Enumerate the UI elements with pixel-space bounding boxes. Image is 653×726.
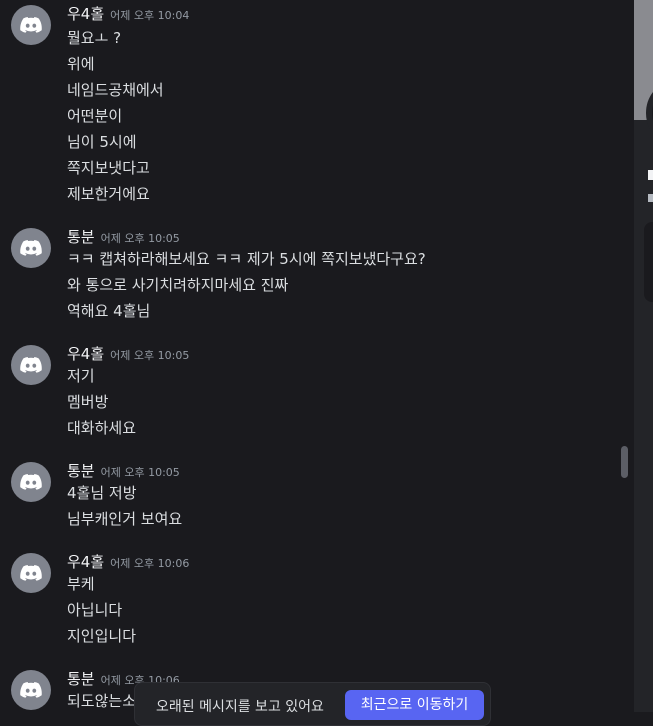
message-header: 우4홀 어제 오후 10:05 [67, 343, 189, 364]
author-name[interactable]: 우4홀 [67, 5, 104, 23]
discord-logo-icon [20, 357, 42, 373]
message-text: 아닙니다 [67, 601, 123, 619]
discord-logo-icon [20, 474, 42, 490]
member-profile-panel[interactable] [634, 0, 653, 712]
discord-logo-icon [20, 565, 42, 581]
message-text: 님이 5시에 [67, 133, 137, 151]
message-text: 부케 [67, 575, 95, 593]
message-text: 저기 [67, 367, 95, 385]
author-name[interactable]: 통분 [67, 462, 95, 480]
discord-logo-icon [20, 17, 42, 33]
message-text: 4홀님 저방 [67, 484, 137, 502]
message-header: 우4홀 어제 오후 10:06 [67, 551, 189, 572]
timestamp[interactable]: 어제 오후 10:05 [110, 349, 189, 362]
message-text: 위에 [67, 55, 95, 73]
profile-card [644, 222, 653, 302]
scrollbar-thumb[interactable] [621, 446, 628, 478]
viewing-older-messages-text: 오래된 메시지를 보고 있어요 [156, 699, 324, 715]
message-text: ㅋㅋ 캡쳐하라해보세요 ㅋㅋ 제가 5시에 쪽지보냈다구요? [67, 250, 426, 268]
profile-subtitle-fragment [648, 194, 653, 202]
avatar[interactable] [11, 228, 51, 268]
message-list[interactable]: 우4홀 어제 오후 10:04 뭘요ㅗ ? 위에 네임드공채에서 어떤분이 님이 … [0, 0, 634, 712]
author-name[interactable]: 통분 [67, 670, 95, 688]
discord-logo-icon [20, 682, 42, 698]
timestamp[interactable]: 어제 오후 10:05 [101, 232, 180, 245]
avatar[interactable] [11, 5, 51, 45]
timestamp[interactable]: 어제 오후 10:04 [110, 9, 189, 22]
message-text: 쪽지보냇다고 [67, 159, 150, 177]
message-header: 통분 어제 오후 10:05 [67, 460, 180, 481]
jump-to-present-bar: 오래된 메시지를 보고 있어요 최근으로 이동하기 [134, 682, 491, 726]
avatar[interactable] [11, 462, 51, 502]
message-text: 역해요 4홀님 [67, 302, 151, 320]
message-text: 님부캐인거 보여요 [67, 510, 183, 528]
timestamp[interactable]: 어제 오후 10:06 [110, 557, 189, 570]
message-text: 와 통으로 사기치려하지마세요 진짜 [67, 276, 289, 294]
avatar[interactable] [11, 670, 51, 710]
timestamp[interactable]: 어제 오후 10:05 [101, 466, 180, 479]
message-text: 제보한거에요 [67, 185, 150, 203]
message-header: 우4홀 어제 오후 10:04 [67, 3, 189, 24]
message-text: 뭘요ㅗ ? [67, 29, 122, 47]
profile-name-fragment [648, 170, 653, 180]
message-text: 되도않는소 [67, 692, 137, 710]
discord-logo-icon [20, 240, 42, 256]
message-text: 대화하세요 [67, 419, 137, 437]
message-text: 어떤분이 [67, 107, 123, 125]
message-text: 네임드공채에서 [67, 81, 164, 99]
author-name[interactable]: 우4홀 [67, 345, 104, 363]
author-name[interactable]: 통분 [67, 228, 95, 246]
message-header: 통분 어제 오후 10:05 [67, 226, 180, 247]
avatar[interactable] [11, 345, 51, 385]
message-text: 멤버방 [67, 393, 109, 411]
message-text: 지인입니다 [67, 627, 137, 645]
author-name[interactable]: 우4홀 [67, 553, 104, 571]
avatar[interactable] [11, 553, 51, 593]
jump-to-present-button[interactable]: 최근으로 이동하기 [345, 690, 484, 720]
